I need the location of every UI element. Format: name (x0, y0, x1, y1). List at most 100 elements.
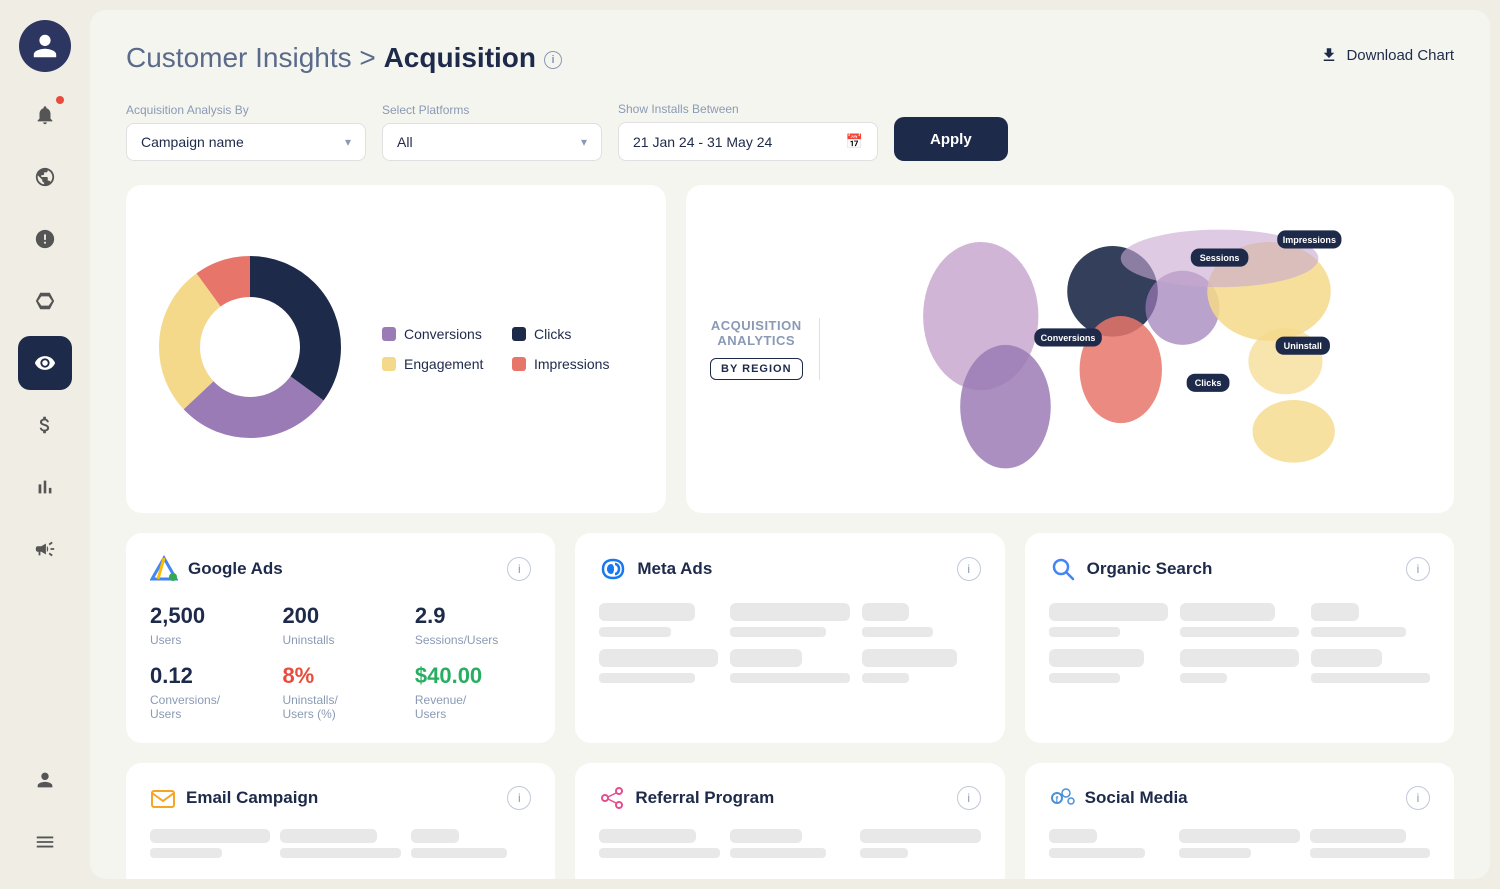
analysis-select[interactable]: Campaign name ▾ (126, 123, 366, 161)
map-title: ACQUISITION ANALYTICS (711, 318, 802, 348)
metric-users: 2,500 Users (150, 603, 266, 647)
date-filter-group: Show Installs Between 21 Jan 24 - 31 May… (618, 102, 878, 161)
breadcrumb: Customer Insights > (126, 42, 384, 73)
referral-program-info-btn[interactable]: i (957, 786, 981, 810)
svg-text:Clicks: Clicks (1194, 378, 1221, 388)
email-campaign-icon (150, 785, 176, 811)
google-ads-icon (150, 555, 178, 583)
map-chart-card: ACQUISITION ANALYTICS BY REGION (686, 185, 1454, 513)
page-title: Customer Insights > Acquisitioni (126, 42, 562, 74)
legend-impressions-dot (512, 357, 526, 371)
referral-program-title: Referral Program (599, 785, 774, 811)
sidebar-item-megaphone[interactable] (18, 522, 72, 576)
legend-conversions-dot (382, 327, 396, 341)
referral-program-skeleton (599, 829, 980, 858)
apply-button[interactable]: Apply (894, 117, 1008, 161)
social-media-info-btn[interactable]: i (1406, 786, 1430, 810)
google-ads-title: Google Ads (150, 555, 283, 583)
metric-uninstalls-pct-value: 8% (282, 663, 398, 689)
meta-ads-header: Meta Ads i (599, 555, 980, 583)
sidebar-item-hexagon[interactable] (18, 274, 72, 328)
download-icon (1320, 46, 1338, 64)
calendar-icon: 📅 (846, 133, 863, 150)
world-map: Sessions Conversions Impressions Clicks … (844, 209, 1430, 489)
platforms-filter-group: Select Platforms All ▾ (382, 103, 602, 161)
analysis-chevron-icon: ▾ (345, 135, 351, 149)
social-media-header: f Social Media i (1049, 785, 1430, 811)
google-ads-header: Google Ads i (150, 555, 531, 583)
referral-program-card: Referral Program i (575, 763, 1004, 879)
google-ads-card: Google Ads i 2,500 Users 200 Uninstalls … (126, 533, 555, 743)
svg-text:f: f (1055, 795, 1058, 804)
meta-ads-card: Meta Ads i (575, 533, 1004, 743)
email-campaign-skeleton (150, 829, 531, 858)
sidebar (0, 0, 90, 889)
organic-search-title: Organic Search (1049, 555, 1213, 583)
sidebar-item-chart[interactable] (18, 460, 72, 514)
bottom-cards-row: Email Campaign i (126, 763, 1454, 879)
sidebar-item-block[interactable] (18, 150, 72, 204)
charts-row: Conversions Clicks Engagement Impression… (126, 185, 1454, 513)
notification-badge (56, 96, 64, 104)
email-campaign-title: Email Campaign (150, 785, 318, 811)
platforms-chevron-icon: ▾ (581, 135, 587, 149)
sidebar-item-notifications[interactable] (18, 88, 72, 142)
metric-sessions: 2.9 Sessions/Users (415, 603, 531, 647)
legend-conversions: Conversions (382, 326, 492, 342)
platforms-label: Select Platforms (382, 103, 602, 117)
date-select[interactable]: 21 Jan 24 - 31 May 24 📅 (618, 122, 878, 161)
donut-legend: Conversions Clicks Engagement Impression… (382, 326, 622, 372)
metric-uninstalls-value: 200 (282, 603, 398, 629)
map-info: ACQUISITION ANALYTICS BY REGION (710, 318, 820, 380)
organic-search-card: Organic Search i (1025, 533, 1454, 743)
platforms-select[interactable]: All ▾ (382, 123, 602, 161)
map-badge: BY REGION (710, 358, 803, 380)
metric-sessions-unit: Sessions/Users (415, 633, 531, 647)
svg-text:Sessions: Sessions (1199, 253, 1239, 263)
sidebar-item-dollar[interactable] (18, 398, 72, 452)
metric-users-unit: Users (150, 633, 266, 647)
google-ads-metrics: 2,500 Users 200 Uninstalls 2.9 Sessions/… (150, 603, 531, 721)
sidebar-item-eye[interactable] (18, 336, 72, 390)
donut-chart (150, 247, 350, 452)
social-media-skeleton (1049, 829, 1430, 858)
meta-ads-info-btn[interactable]: i (957, 557, 981, 581)
meta-ads-icon (599, 555, 627, 583)
header: Customer Insights > Acquisitioni Downloa… (126, 42, 1454, 74)
social-media-title: f Social Media (1049, 785, 1188, 811)
date-label: Show Installs Between (618, 102, 878, 116)
email-campaign-header: Email Campaign i (150, 785, 531, 811)
title-info-icon: i (544, 51, 562, 69)
svg-text:Conversions: Conversions (1040, 333, 1095, 343)
legend-engagement: Engagement (382, 356, 492, 372)
download-chart-button[interactable]: Download Chart (1320, 42, 1454, 64)
metric-uninstalls: 200 Uninstalls (282, 603, 398, 647)
metric-conversions-value: 0.12 (150, 663, 266, 689)
metric-revenue-unit: Revenue/Users (415, 693, 531, 721)
meta-ads-skeleton (599, 603, 980, 683)
organic-search-icon (1049, 555, 1077, 583)
world-map-svg: Sessions Conversions Impressions Clicks … (844, 209, 1430, 489)
main-content: Customer Insights > Acquisitioni Downloa… (90, 10, 1490, 879)
metric-conversions: 0.12 Conversions/Users (150, 663, 266, 721)
sidebar-item-user-alert[interactable] (18, 212, 72, 266)
analysis-filter-group: Acquisition Analysis By Campaign name ▾ (126, 103, 366, 161)
metric-revenue: $40.00 Revenue/Users (415, 663, 531, 721)
metric-cards-row: Google Ads i 2,500 Users 200 Uninstalls … (126, 533, 1454, 743)
sidebar-item-menu[interactable] (18, 815, 72, 869)
metric-sessions-value: 2.9 (415, 603, 531, 629)
referral-program-icon (599, 785, 625, 811)
metric-users-value: 2,500 (150, 603, 266, 629)
avatar[interactable] (19, 20, 71, 72)
legend-impressions: Impressions (512, 356, 622, 372)
svg-text:Uninstall: Uninstall (1283, 341, 1321, 351)
google-ads-info-btn[interactable]: i (507, 557, 531, 581)
legend-clicks: Clicks (512, 326, 622, 342)
email-campaign-info-btn[interactable]: i (507, 786, 531, 810)
organic-search-info-btn[interactable]: i (1406, 557, 1430, 581)
metric-conversions-unit: Conversions/Users (150, 693, 266, 721)
filters-bar: Acquisition Analysis By Campaign name ▾ … (126, 102, 1454, 161)
sidebar-item-user[interactable] (18, 753, 72, 807)
metric-uninstalls-pct-unit: Uninstalls/Users (%) (282, 693, 398, 721)
donut-chart-card: Conversions Clicks Engagement Impression… (126, 185, 666, 513)
